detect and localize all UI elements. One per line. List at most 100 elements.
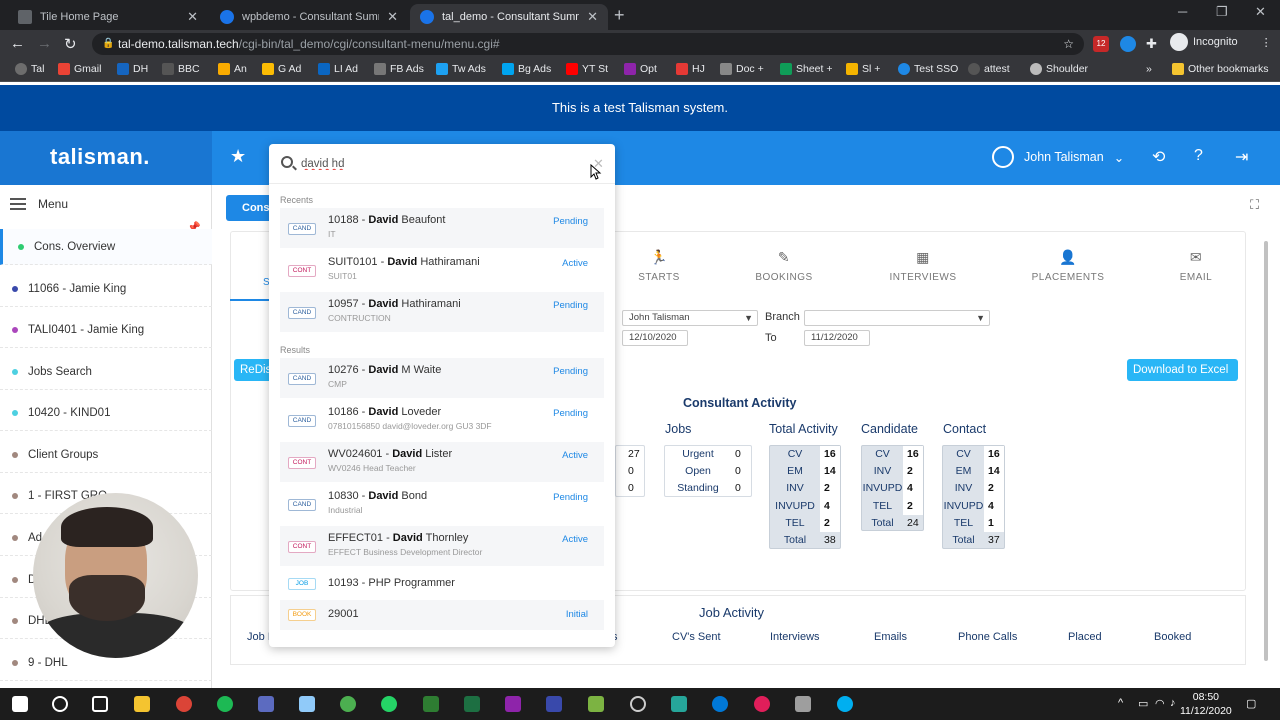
sidebar-item-client-groups[interactable]: Client Groups [0,437,212,473]
fullscreen-icon[interactable]: ⛶ [1250,197,1259,213]
app-icon[interactable] [588,696,604,712]
talisman-extension-icon[interactable] [1120,36,1136,52]
bookmark-item[interactable]: Doc + [720,63,764,75]
browser-tab-active[interactable]: tal_demo - Consultant Summary ✕ [410,4,608,30]
excel-icon[interactable] [464,696,480,712]
system-clock[interactable]: 08:50 11/12/2020 [1180,690,1232,718]
search-result-item[interactable]: CAND 10830 - David Bond Industrial Pendi… [280,484,604,524]
app-icon[interactable] [258,696,274,712]
bookmark-item[interactable]: Opt [624,63,657,75]
app-icon[interactable] [505,696,521,712]
spotify-icon[interactable] [217,696,233,712]
app-icon[interactable] [630,696,646,712]
favourites-star-icon[interactable]: ★ [230,146,246,167]
search-result-item[interactable]: CAND 10276 - David M Waite CMP Pending [280,358,604,398]
bookmark-item[interactable]: An [218,63,247,75]
app-icon[interactable] [423,696,439,712]
bookmark-item[interactable]: Test SSO [898,63,958,75]
whatsapp-icon[interactable] [381,696,397,712]
bookmark-item[interactable]: HJ [676,63,705,75]
search-result-item[interactable]: CONT WV024601 - David Lister WV0246 Head… [280,442,604,482]
minimize-icon[interactable]: ─ [1178,4,1187,19]
close-icon[interactable]: ✕ [187,9,198,25]
bookmark-item[interactable]: G Ad [262,63,301,75]
help-icon[interactable]: ? [1194,147,1203,165]
task-view-icon[interactable] [92,696,108,712]
file-explorer-icon[interactable] [134,696,150,712]
talisman-logo[interactable]: talisman. [50,144,150,170]
url-bar[interactable]: 🔒 tal-demo.talisman.tech/cgi-bin/tal_dem… [92,33,1084,55]
redisplay-button[interactable]: ReDis [234,359,274,381]
slack-icon[interactable] [754,696,770,712]
to-date-input[interactable]: 11/12/2020 [804,330,870,346]
browser-tab[interactable]: Tile Home Page ✕ [8,4,208,30]
menu-toggle[interactable]: Menu [10,197,68,211]
tab-cons-overview[interactable]: Cons. [226,195,273,221]
bookmark-item[interactable]: LI Ad [318,63,358,75]
sidebar-item-jobs-search[interactable]: Jobs Search [0,354,212,390]
search-input[interactable] [301,154,581,174]
search-result-item[interactable]: CAND 10188 - David Beaufont IT Pending [280,208,604,248]
consultant-select[interactable]: John Talisman ▼ [622,310,758,326]
bookmark-item[interactable]: attest [968,63,1010,75]
close-icon[interactable]: ✕ [587,9,598,25]
bookmark-item[interactable]: Sheet + [780,63,833,75]
sidebar-item[interactable]: TALI0401 - Jamie King [0,312,212,348]
bookmark-item[interactable]: Gmail [58,63,101,75]
bookmark-item[interactable]: Shoulder [1030,63,1088,75]
bookmarks-overflow-icon[interactable]: » [1146,63,1152,75]
tab-interviews[interactable]: ▦ INTERVIEWS [886,249,960,283]
new-tab-icon[interactable]: + [614,5,625,26]
app-icon[interactable] [299,696,315,712]
forward-icon[interactable]: → [37,35,52,52]
edge-icon[interactable] [712,696,728,712]
from-date-input[interactable]: 12/10/2020 [622,330,688,346]
other-bookmarks[interactable]: Other bookmarks [1172,63,1269,75]
user-menu[interactable]: John Talisman ⌄ [992,146,1124,168]
more-icon[interactable]: ⋮ [1261,36,1272,49]
browser-tab[interactable]: wpbdemo - Consultant Summary ✕ [210,4,408,30]
incognito-indicator[interactable]: Incognito ⋮ [1170,33,1272,51]
search-icon[interactable] [52,696,68,712]
bookmark-item[interactable]: YT St [566,63,608,75]
app-icon[interactable] [671,696,687,712]
bookmark-star-icon[interactable]: ☆ [1063,33,1074,55]
sidebar-item[interactable]: 10420 - KIND01 [0,395,212,431]
search-result-item[interactable]: CAND 10186 - David Loveder 07810156850 d… [280,400,604,440]
wifi-icon[interactable]: ◠ [1155,697,1165,710]
tab-bookings[interactable]: ✎ BOOKINGS [752,249,816,283]
search-result-item[interactable]: JOB 10193 - PHP Programmer [280,568,604,600]
app-icon[interactable] [795,696,811,712]
search-result-item[interactable]: CONT EFFECT01 - David Thornley EFFECT Bu… [280,526,604,566]
restore-icon[interactable]: ❐ [1216,4,1228,20]
logout-icon[interactable]: ⇥ [1235,147,1248,167]
tab-placements[interactable]: 👤 PLACEMENTS [1028,249,1108,283]
bookmark-item[interactable]: FB Ads [374,63,424,75]
sidebar-item[interactable]: 11066 - Jamie King [0,271,212,307]
tab-starts[interactable]: 🏃 STARTS [634,249,684,283]
search-result-item[interactable]: BOOK 29001 Initial [280,600,604,630]
bookmark-item[interactable]: BBC [162,63,200,75]
app-icon[interactable] [340,696,356,712]
app-icon[interactable] [546,696,562,712]
tab-email[interactable]: ✉ EMAIL [1176,249,1216,283]
bookmark-item[interactable]: DH [117,63,148,75]
bookmark-item[interactable]: Tal [15,63,44,75]
sidebar-item-cons-overview[interactable]: Cons. Overview [0,229,212,265]
back-icon[interactable]: ← [10,35,25,52]
network-icon[interactable]: ▭ [1138,697,1148,710]
puzzle-icon[interactable]: ✚ [1146,36,1162,52]
chrome-icon[interactable] [176,696,192,712]
scrollbar-thumb[interactable] [1264,241,1268,661]
search-result-item[interactable]: CONT SUIT0101 - David Hathiramani SUIT01… [280,250,604,290]
tray-overflow-icon[interactable]: ^ [1118,697,1123,709]
search-result-item[interactable]: CAND 10957 - David Hathiramani CONTRUCTI… [280,292,604,332]
notifications-icon[interactable]: ▢ [1246,697,1256,710]
download-excel-button[interactable]: Download to Excel [1127,359,1238,381]
history-icon[interactable]: ⟲ [1152,147,1165,167]
window-close-icon[interactable]: ✕ [1255,4,1266,20]
branch-select[interactable]: ▼ [804,310,990,326]
extension-icon[interactable]: 12 [1093,36,1109,52]
bookmark-item[interactable]: Sl + [846,63,880,75]
bookmark-item[interactable]: Bg Ads [502,63,551,75]
